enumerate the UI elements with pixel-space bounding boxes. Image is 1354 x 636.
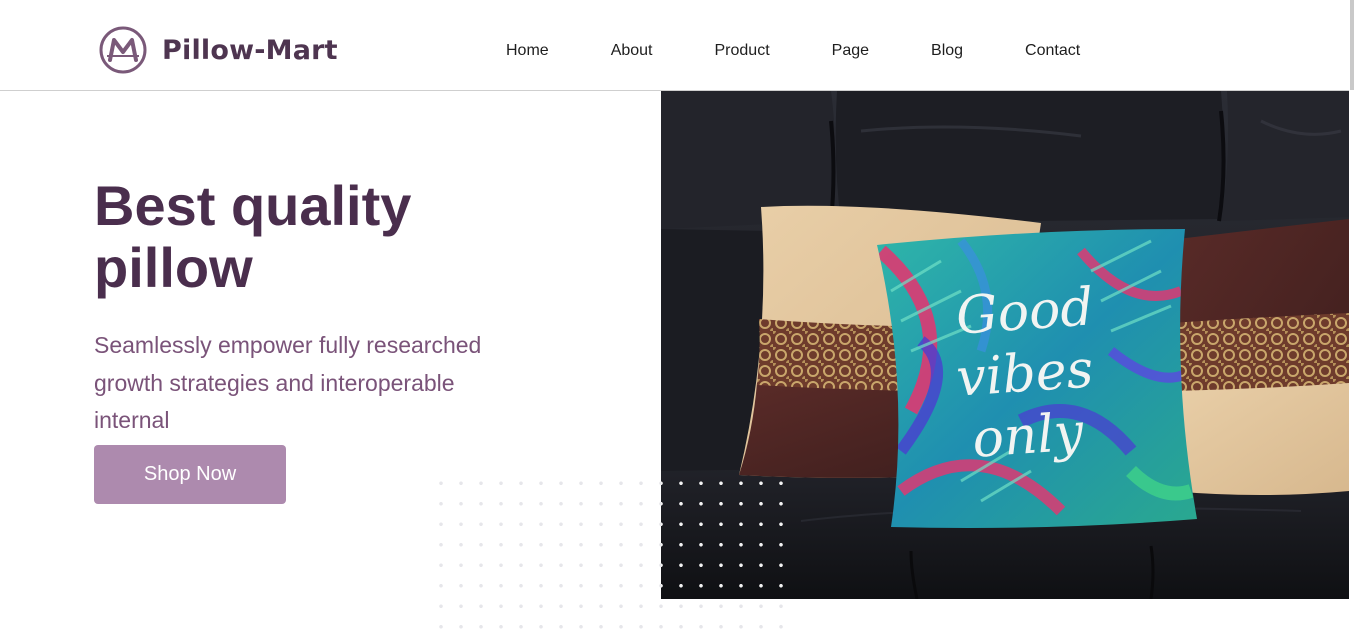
- hero-subtitle: Seamlessly empower fully researched grow…: [94, 332, 482, 433]
- page-scrollbar[interactable]: [1349, 0, 1354, 636]
- brand-name: Pillow-Mart: [162, 34, 338, 66]
- nav-about[interactable]: About: [611, 41, 653, 61]
- nav-page[interactable]: Page: [832, 41, 869, 61]
- hero-title-line2: pillow: [94, 236, 253, 299]
- nav-contact[interactable]: Contact: [1025, 41, 1080, 61]
- pillow-text-vibes: vibes: [955, 339, 1096, 408]
- pillow-text-good: Good: [954, 277, 1095, 346]
- logo-m-icon: [99, 26, 147, 74]
- brand-logo[interactable]: Pillow-Mart: [99, 26, 338, 74]
- hero-title: Best quality pillow: [94, 175, 554, 299]
- nav-product[interactable]: Product: [715, 41, 770, 61]
- hero-title-line1: Best quality: [94, 174, 412, 237]
- nav-home[interactable]: Home: [506, 41, 549, 61]
- site-header: Pillow-Mart Home About Product Page Blog…: [0, 0, 1349, 91]
- shop-now-button[interactable]: Shop Now: [94, 445, 286, 504]
- main-nav: Home About Product Page Blog Contact: [506, 41, 1080, 61]
- photo-dot-pattern: [661, 473, 791, 599]
- nav-blog[interactable]: Blog: [931, 41, 963, 61]
- pillow-text-only: only: [970, 402, 1085, 470]
- hero-image: Good vibes only: [661, 91, 1349, 599]
- scrollbar-thumb[interactable]: [1350, 0, 1354, 90]
